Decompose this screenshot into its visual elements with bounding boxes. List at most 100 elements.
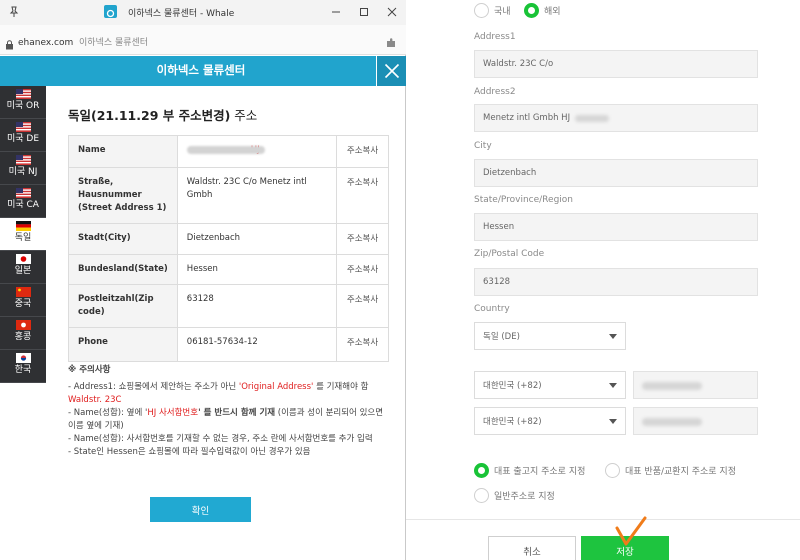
site-header: 이하넥스 물류센터 [0,56,406,86]
option-general-address[interactable]: 일반주소로 지정 [474,488,555,503]
copy-address-button[interactable]: 주소복사 [335,223,390,255]
url-page-title: 이하넥스 물류센터 [78,38,149,48]
url-host: ehanex.com [18,38,74,48]
address1-label: Address1 [474,32,516,42]
row-key: Postleitzahl(Zip code) [68,284,178,328]
row-value: 06181-57634-12 [176,327,337,362]
option-default-return[interactable]: 대표 반품/교환지 주소로 지정 [605,463,736,478]
option-general-address-dot[interactable] [474,488,489,503]
city-input[interactable]: Dietzenbach [474,159,758,187]
phone2-redaction [642,418,702,426]
puzzle-extension-icon[interactable] [385,34,397,53]
copy-address-button[interactable]: 주소복사 [335,167,390,224]
maximize-icon[interactable] [350,3,378,21]
copy-address-button[interactable]: 주소복사 [335,135,390,168]
radio-overseas-dot[interactable] [524,3,539,18]
phone2-number-input[interactable] [633,407,758,435]
option-default-shipping[interactable]: 대표 출고지 주소로 지정 [474,463,585,478]
popup-close-button[interactable] [376,56,406,86]
address2-redaction [575,115,609,122]
note-line-1: - Address1: 쇼핑몰에서 제안하는 주소가 아닌 'Original … [68,381,393,407]
phone2-country-select[interactable]: 대한민국 (+82) [474,407,626,435]
window-close-icon[interactable] [378,3,406,21]
us-flag-icon [15,89,31,99]
korea-flag-icon [15,353,31,363]
chevron-down-icon [609,333,617,339]
sidebar-item-korea[interactable]: 한국 [0,350,46,383]
chevron-down-icon [609,418,617,424]
sidebar-item-china[interactable]: 중국 [0,284,46,317]
chevron-down-icon [609,382,617,388]
confirm-button[interactable]: 확인 [150,497,251,522]
country-select-value: 독일 (DE) [483,332,520,342]
note-line-2: - Name(성함): 옆에 'HJ 사서함번호' 를 반드시 함께 기재 (이… [68,407,393,433]
url-text: ehanex.com 이하넥스 물류센터 [18,35,148,48]
option-default-return-label: 대표 반품/교환지 주소로 지정 [625,467,736,477]
sidebar-item-us-de[interactable]: 미국 DE [0,119,46,152]
sidebar-item-us-nj[interactable]: 미국 NJ [0,152,46,185]
address2-value: Menetz intl Gmbh HJ [483,113,571,123]
note-highlight: HJ 사서함번호 [147,408,199,418]
zip-input[interactable]: 63128 [474,268,758,296]
japan-flag-icon [15,254,31,264]
state-input[interactable]: Hessen [474,213,758,241]
radio-domestic[interactable]: 국내 [474,3,511,18]
name-redaction [186,145,265,154]
table-row: Phone 06181-57634-12 주소복사 [68,327,390,362]
table-row: Stadt(City) Dietzenbach 주소복사 [68,223,390,255]
sidebar-item-hongkong[interactable]: 홍콩 [0,317,46,350]
address1-input[interactable]: Waldstr. 23C C/o [474,50,758,78]
note-text: - Name(성함): 옆에 ' [68,408,148,418]
option-default-shipping-dot[interactable] [474,463,489,478]
city-label: City [474,141,492,151]
sidebar-item-germany[interactable]: 독일 [0,218,46,251]
state-label: State/Province/Region [474,195,573,205]
minimize-icon[interactable] [322,3,350,21]
note-highlight: 'Original Address' [238,382,314,392]
site-favicon-icon [104,5,117,18]
save-button[interactable]: 저장 [581,536,669,560]
notes-section: ※ 주의사항 - Address1: 쇼핑몰에서 제안하는 주소가 아닌 'Or… [68,364,393,459]
row-value: HJ [176,135,337,168]
option-general-address-label: 일반주소로 지정 [494,492,555,502]
sidebar-item-japan[interactable]: 일본 [0,251,46,284]
note-text: 를 기재해야 함 [313,382,369,392]
option-default-return-dot[interactable] [605,463,620,478]
phone2-country-value: 대한민국 (+82) [483,417,542,427]
sidebar-item-us-ca[interactable]: 미국 CA [0,185,46,218]
copy-address-button[interactable]: 주소복사 [335,327,390,362]
country-select[interactable]: 독일 (DE) [474,322,626,350]
note-line-4: - State인 Hessen은 쇼핑몰에 따라 필수입력값이 아닌 경우가 있… [68,447,311,457]
address2-input[interactable]: Menetz intl Gmbh HJ [474,104,758,132]
window-title: 이하넥스 물류센터 - Whale [128,9,235,19]
note-text: - Address1: 쇼핑몰에서 제안하는 주소가 아닌 [68,382,239,392]
address2-label: Address2 [474,87,516,97]
radio-overseas-label: 해외 [544,7,561,17]
phone1-number-input[interactable] [633,371,758,399]
close-icon [384,63,400,79]
row-value: Dietzenbach [176,223,337,255]
sidebar-item-label: 일본 [14,266,32,276]
radio-domestic-dot[interactable] [474,3,489,18]
page-title: 독일(21.11.29 부 주소변경) 주소 [68,105,257,124]
table-row: Straße, Hausnummer (Street Address 1) Wa… [68,167,390,224]
note-emphasis: ' 를 반드시 함께 기재 [198,408,276,418]
copy-address-button[interactable]: 주소복사 [335,254,390,285]
sidebar-item-us-or[interactable]: 미국 OR [0,86,46,119]
sidebar-item-label: 미국 NJ [8,167,38,177]
row-value: Hessen [176,254,337,285]
country-sidebar: 미국 OR 미국 DE 미국 NJ 미국 CA 독일 일본 중국 홍콩 한국 [0,86,46,560]
radio-overseas[interactable]: 해외 [524,3,561,18]
row-key: Name [68,135,178,168]
cancel-button[interactable]: 취소 [488,536,576,560]
table-row: Bundesland(State) Hessen 주소복사 [68,254,390,285]
radio-domestic-label: 국내 [494,7,511,17]
copy-address-button[interactable]: 주소복사 [335,284,390,328]
phone1-country-select[interactable]: 대한민국 (+82) [474,371,626,399]
sidebar-item-label: 미국 OR [6,101,40,111]
note-line-3: - Name(성함): 사서함번호를 기재할 수 없는 경우, 주소 란에 사서… [68,434,373,444]
address-bar[interactable]: ehanex.com 이하넥스 물류센터 [0,25,406,55]
sidebar-item-label: 한국 [14,365,32,375]
row-key: Straße, Hausnummer (Street Address 1) [68,167,178,224]
pin-icon[interactable] [0,3,28,21]
